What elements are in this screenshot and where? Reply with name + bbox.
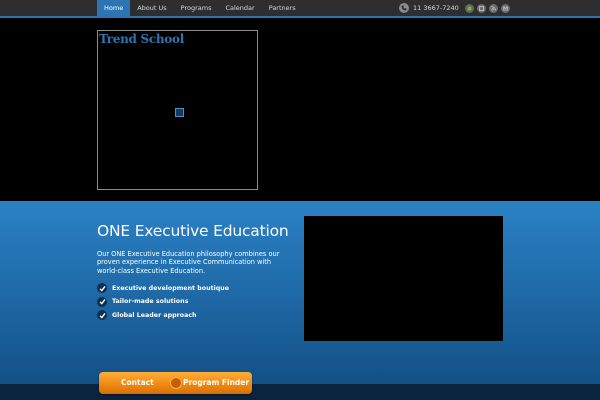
- feature-intro-text: Our ONE Executive Education philosophy c…: [97, 250, 280, 275]
- email-icon[interactable]: [500, 3, 510, 13]
- contact-block: 11 3667-7240: [399, 3, 513, 13]
- nav-item-about-us[interactable]: About Us: [130, 0, 173, 16]
- phone-icon: [399, 3, 409, 13]
- nav-item-programs[interactable]: Programs: [174, 0, 219, 16]
- main-menu: Home About Us Programs Calendar Partners: [97, 0, 303, 16]
- feature-headline: ONE Executive Education: [97, 222, 289, 240]
- checkmark-icon: [97, 310, 107, 320]
- contact-button[interactable]: Contact: [121, 372, 154, 394]
- broken-image-icon: [175, 108, 184, 117]
- bullet-label: Executive development boutique: [112, 284, 229, 292]
- logo-banner: Trend School: [97, 30, 258, 190]
- program-finder-icon: [170, 377, 182, 389]
- video-embed[interactable]: [304, 216, 503, 341]
- feature-band: [0, 201, 600, 400]
- social-icon-1[interactable]: [464, 3, 474, 13]
- top-navigation-bar: Home About Us Programs Calendar Partners…: [0, 0, 600, 18]
- rss-icon[interactable]: [488, 3, 498, 13]
- site-logo-title[interactable]: Trend School: [99, 32, 184, 46]
- bullet-label: Tailor-made solutions: [112, 298, 189, 305]
- nav-item-home[interactable]: Home: [97, 0, 131, 16]
- footer-strip: [0, 384, 600, 400]
- cta-bar: Contact Program Finder: [99, 372, 252, 394]
- list-item: Tailor-made solutions: [97, 296, 229, 307]
- list-item: Global Leader approach: [97, 310, 229, 320]
- checkmark-icon: [97, 296, 107, 307]
- nav-item-partners[interactable]: Partners: [262, 0, 303, 16]
- program-finder-button[interactable]: Program Finder: [183, 372, 249, 394]
- list-item: Executive development boutique: [97, 283, 229, 293]
- social-icon-2[interactable]: [476, 3, 486, 13]
- checkmark-icon: [97, 283, 107, 293]
- feature-bullet-list: Executive development boutique Tailor-ma…: [97, 283, 229, 324]
- bullet-label: Global Leader approach: [112, 311, 197, 319]
- nav-item-calendar[interactable]: Calendar: [218, 0, 261, 16]
- phone-number: 11 3667-7240: [413, 4, 459, 12]
